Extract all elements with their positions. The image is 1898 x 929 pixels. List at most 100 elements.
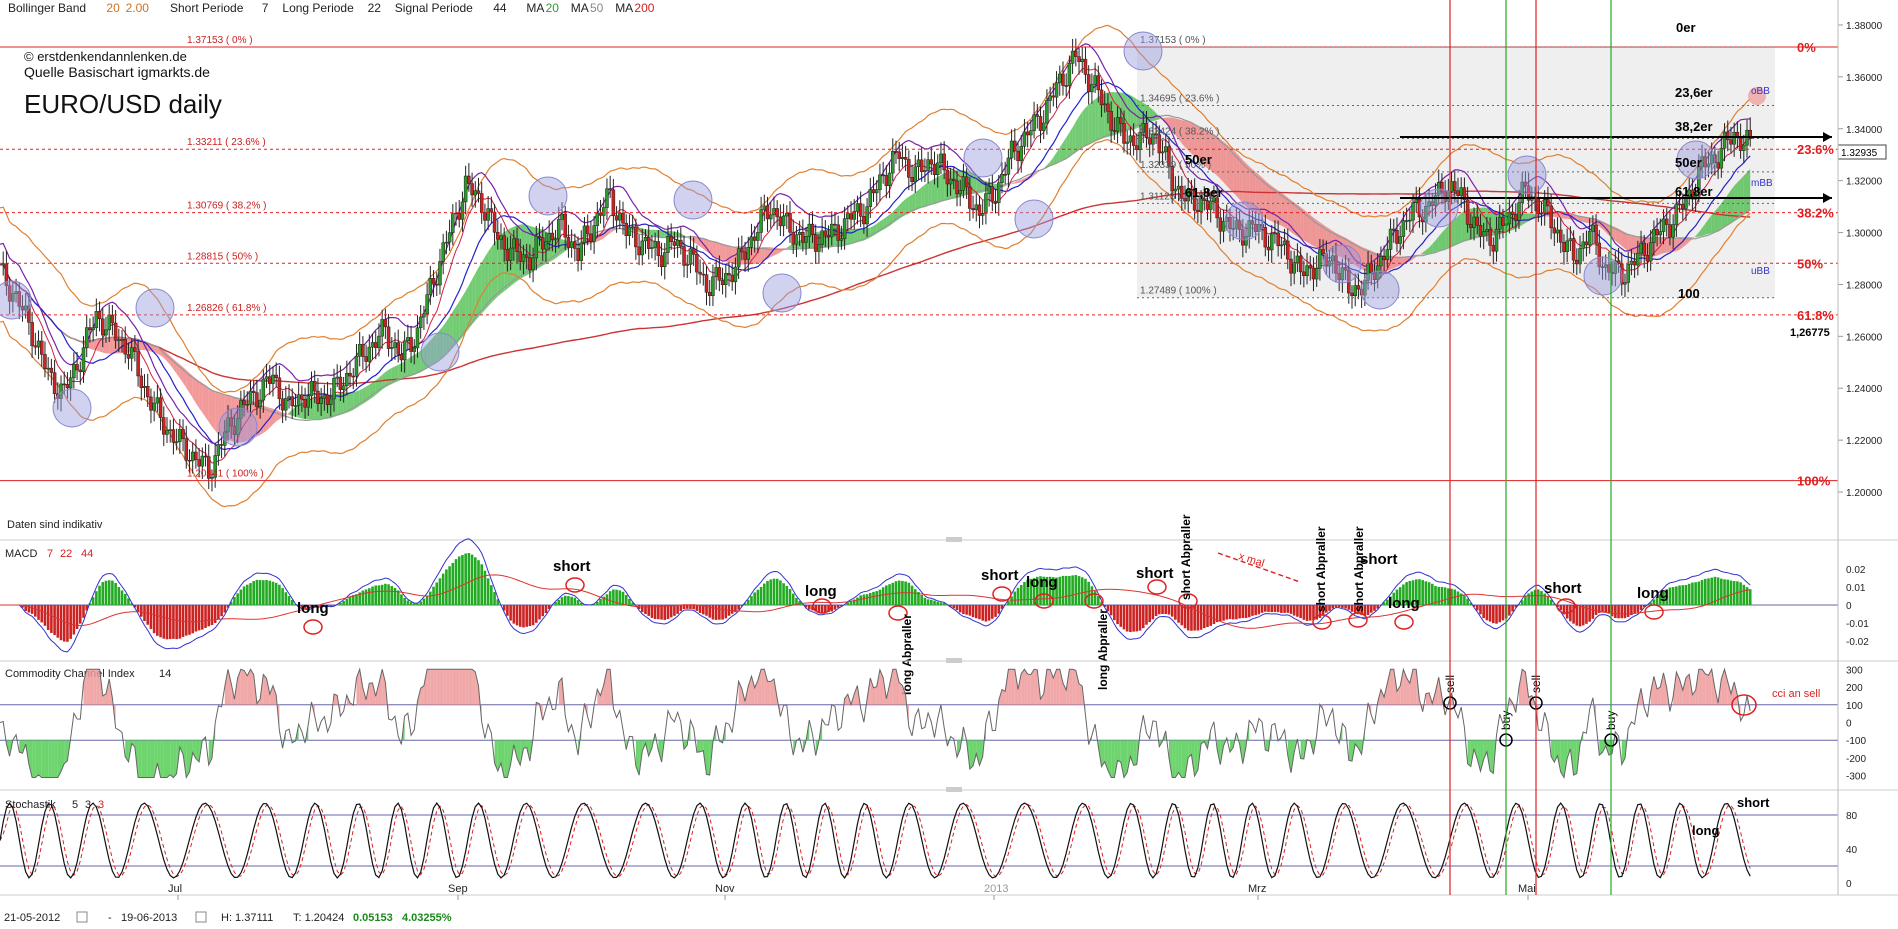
macd-bar bbox=[1334, 605, 1338, 607]
macd-bar bbox=[913, 589, 917, 605]
candle-body bbox=[1269, 233, 1274, 251]
candle-body bbox=[390, 347, 394, 349]
candle-body bbox=[518, 251, 522, 262]
candle-body bbox=[351, 375, 356, 378]
candle-body bbox=[203, 455, 208, 458]
candle-body bbox=[855, 203, 860, 212]
candle-body bbox=[1099, 89, 1104, 106]
panel-resize-handle[interactable] bbox=[946, 537, 962, 542]
candle-body bbox=[1546, 199, 1550, 207]
candle-body bbox=[113, 322, 118, 341]
macd-bar bbox=[1244, 605, 1248, 619]
cci-fill bbox=[1046, 669, 1051, 705]
candle-body bbox=[142, 385, 147, 388]
macd-bar bbox=[1080, 577, 1084, 605]
macd-bar bbox=[666, 605, 670, 620]
macd-bar bbox=[573, 597, 577, 605]
panel-resize-handle[interactable] bbox=[946, 658, 962, 663]
candle-body bbox=[123, 338, 127, 355]
macd-bar bbox=[490, 585, 493, 605]
candle-body bbox=[1048, 95, 1052, 101]
cci-fill bbox=[96, 669, 100, 705]
macd-bar bbox=[1668, 587, 1672, 605]
macd-bar bbox=[1443, 587, 1447, 605]
candle-body bbox=[650, 247, 654, 249]
macd-bar bbox=[1129, 605, 1132, 633]
y-tick-label: 1.38000 bbox=[1846, 21, 1883, 32]
macd-bar bbox=[165, 605, 169, 640]
ma-label: MA bbox=[615, 1, 633, 15]
candle-body bbox=[997, 182, 1001, 204]
macd-bar bbox=[1161, 605, 1164, 615]
macd-bar bbox=[978, 605, 981, 620]
candle-body bbox=[505, 248, 510, 261]
macd-bar bbox=[396, 590, 400, 605]
y-tick-label: 1.24000 bbox=[1846, 384, 1883, 395]
cci-fill bbox=[166, 740, 171, 778]
candle-body bbox=[569, 241, 574, 248]
macd-param: 7 bbox=[47, 548, 53, 560]
macd-bar bbox=[878, 589, 882, 605]
candle-body bbox=[219, 444, 224, 446]
candle-body bbox=[104, 329, 108, 336]
candle-body bbox=[1160, 151, 1165, 154]
cci-fill bbox=[224, 669, 229, 705]
ichimoku-cloud-segment bbox=[1730, 185, 1735, 224]
candle-body bbox=[878, 174, 882, 190]
candle-body bbox=[916, 159, 921, 168]
candle-body bbox=[242, 400, 246, 405]
candle-body bbox=[1353, 285, 1357, 297]
macd-bar bbox=[1373, 605, 1376, 611]
candle-body bbox=[139, 375, 144, 388]
candle-body bbox=[862, 216, 866, 225]
ichimoku-cloud-segment bbox=[456, 301, 460, 345]
bb-label: Bollinger Band bbox=[8, 1, 86, 15]
ichimoku-cloud-segment bbox=[928, 180, 932, 206]
candle-body bbox=[663, 252, 667, 268]
candle-body bbox=[1536, 198, 1541, 215]
candle-body bbox=[1587, 230, 1592, 246]
candle-body bbox=[550, 232, 555, 241]
macd-bar bbox=[756, 589, 760, 605]
macd-bar bbox=[1280, 605, 1283, 613]
candle-body bbox=[1311, 267, 1316, 280]
bb-p2: 2.00 bbox=[126, 1, 150, 15]
macd-bar bbox=[1241, 605, 1245, 619]
macd-bar bbox=[888, 584, 891, 605]
macd-bar bbox=[1148, 605, 1151, 623]
candle-body bbox=[1671, 224, 1675, 238]
candle-body bbox=[470, 183, 474, 196]
candle-body bbox=[393, 342, 397, 348]
ichimoku-cloud-segment bbox=[1454, 216, 1458, 246]
macd-bar bbox=[676, 605, 679, 614]
stoch-k-line bbox=[0, 801, 1751, 879]
ichimoku-cloud-segment bbox=[1088, 101, 1092, 145]
macd-bar bbox=[1074, 575, 1078, 605]
candle-body bbox=[813, 234, 818, 252]
candle-body bbox=[1070, 50, 1075, 64]
macd-bar bbox=[958, 605, 962, 613]
candle-body bbox=[483, 212, 487, 221]
cci-fill bbox=[1117, 740, 1121, 763]
macd-bar bbox=[875, 591, 879, 605]
cci-tick-label: 0 bbox=[1846, 719, 1852, 730]
candle-body bbox=[515, 238, 519, 252]
cci-fill bbox=[969, 740, 974, 769]
candle-body bbox=[653, 241, 657, 248]
highlight-circle bbox=[528, 176, 568, 216]
macd-signal-ring bbox=[1147, 579, 1167, 595]
candle-body bbox=[178, 429, 182, 442]
macd-bar bbox=[1707, 578, 1710, 605]
x-tick-label: Mai bbox=[1518, 883, 1536, 895]
macd-bar bbox=[673, 605, 676, 616]
candle-body bbox=[274, 374, 278, 379]
candle-body bbox=[1041, 122, 1046, 131]
candle-body bbox=[1562, 242, 1566, 252]
candle-body bbox=[646, 237, 651, 249]
macd-bar bbox=[393, 587, 397, 605]
signal-periode-value: 44 bbox=[493, 1, 507, 15]
panel-resize-handle[interactable] bbox=[946, 787, 962, 792]
candle-body bbox=[454, 212, 458, 215]
candle-body bbox=[666, 236, 670, 253]
candle-body bbox=[1196, 209, 1200, 212]
